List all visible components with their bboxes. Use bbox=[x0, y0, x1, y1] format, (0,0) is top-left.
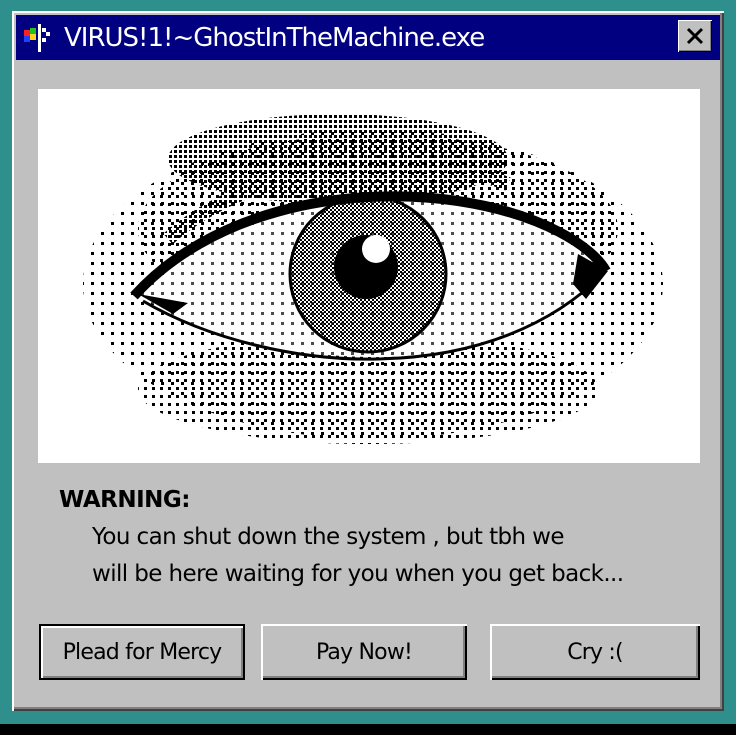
warning-message-line-1: You can shut down the system , but tbh w… bbox=[92, 524, 565, 550]
warning-heading: WARNING: bbox=[59, 487, 190, 513]
taskbar-edge bbox=[0, 724, 736, 735]
virus-dialog-window: VIRUS!1!~GhostInTheMachine.exe WARNING: … bbox=[12, 11, 724, 711]
cry-button[interactable]: Cry :( bbox=[490, 624, 700, 680]
colorful-flag-icon bbox=[24, 23, 50, 52]
eye-icon bbox=[38, 89, 700, 463]
pay-now-button[interactable]: Pay Now! bbox=[261, 624, 467, 680]
plead-for-mercy-button[interactable]: Plead for Mercy bbox=[39, 624, 245, 680]
warning-message-line-2: will be here waiting for you when you ge… bbox=[92, 561, 624, 587]
eye-image-panel bbox=[38, 89, 700, 463]
title-bar[interactable]: VIRUS!1!~GhostInTheMachine.exe bbox=[16, 15, 720, 60]
close-icon bbox=[686, 27, 704, 45]
window-title: VIRUS!1!~GhostInTheMachine.exe bbox=[64, 22, 485, 53]
close-button[interactable] bbox=[678, 20, 712, 52]
